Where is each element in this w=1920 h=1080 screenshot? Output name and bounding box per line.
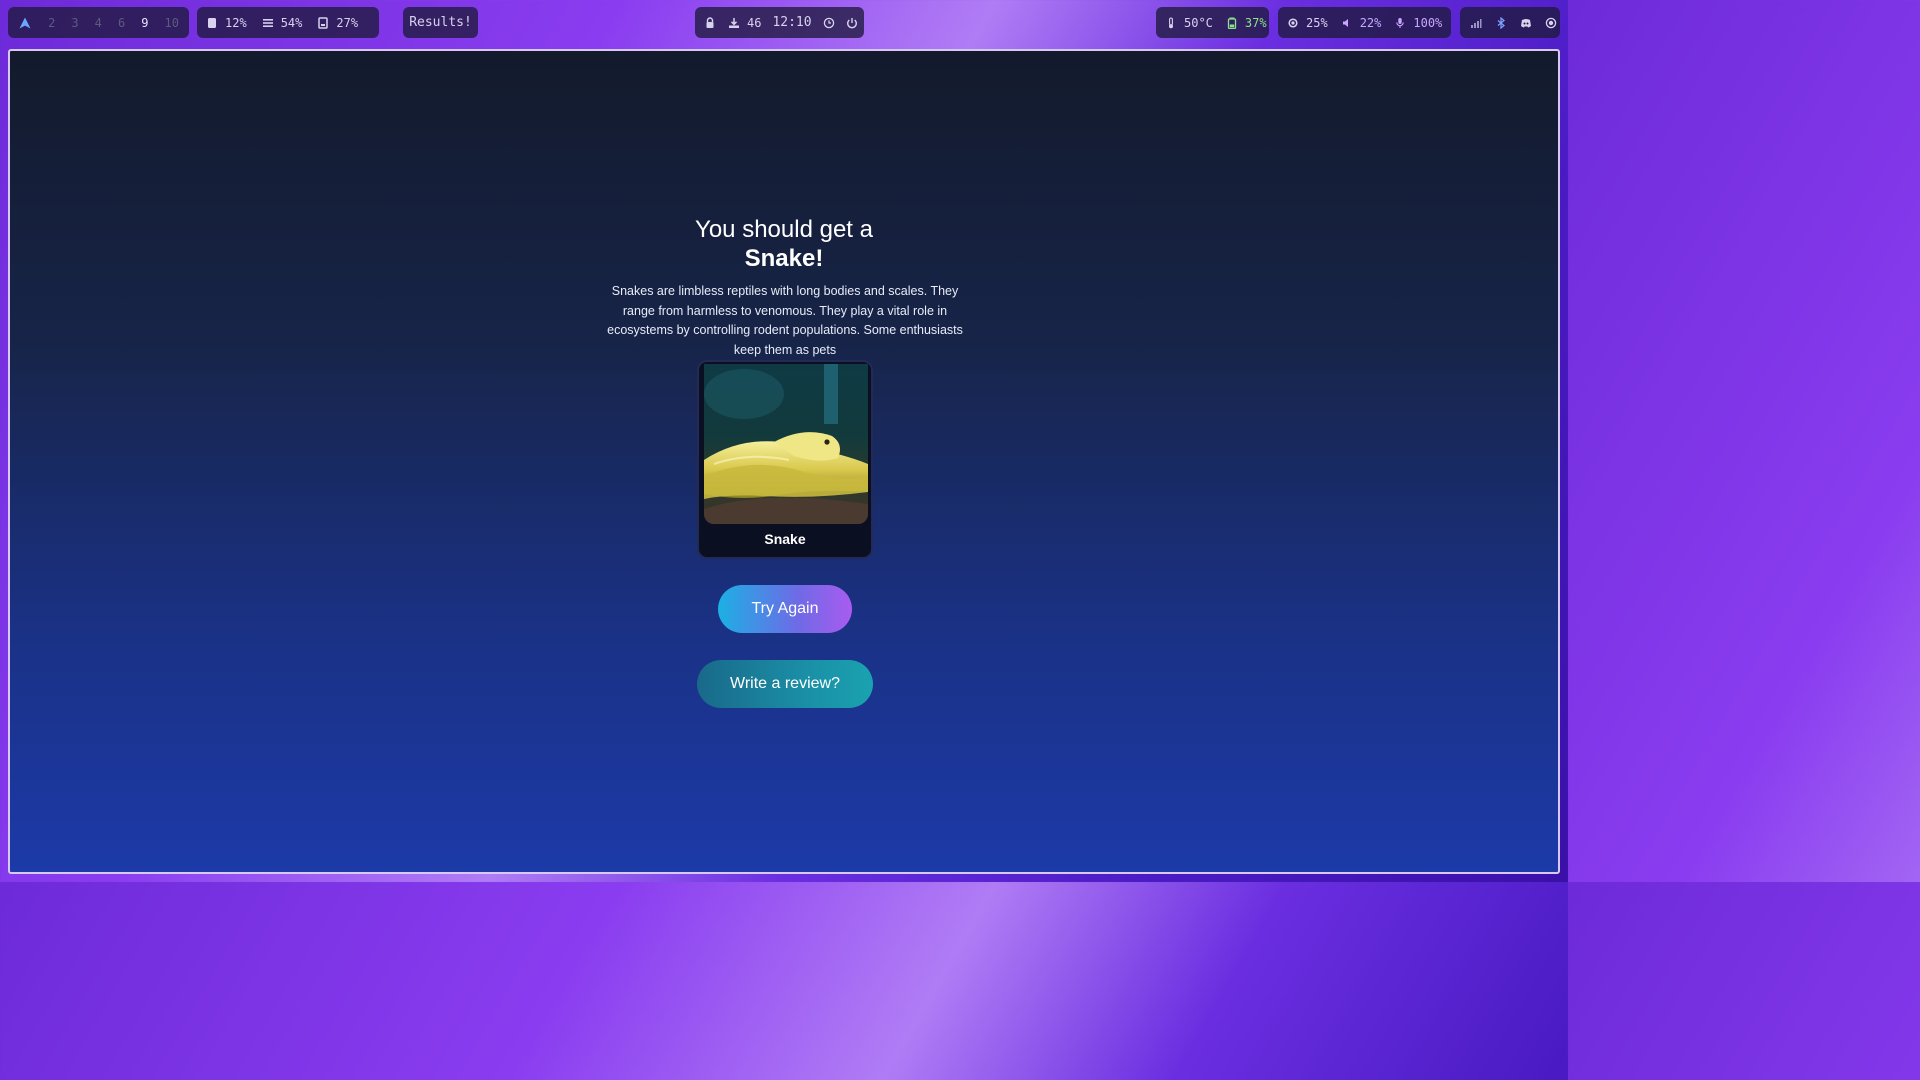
write-review-button[interactable]: Write a review? xyxy=(697,660,873,708)
system-tray xyxy=(1460,7,1560,38)
clock[interactable]: 12:10 xyxy=(772,15,811,30)
cpu-icon xyxy=(205,16,219,30)
workspace-3[interactable]: 3 xyxy=(71,16,78,30)
window-title-pill[interactable]: Results! xyxy=(403,7,478,38)
sensor-status: 50°C 37% xyxy=(1156,7,1269,38)
power-icon[interactable] xyxy=(846,16,858,30)
arch-logo-icon[interactable] xyxy=(18,16,32,30)
disk-usage: 27% xyxy=(336,15,359,30)
snake-image xyxy=(704,364,868,524)
lock-icon[interactable] xyxy=(704,16,716,30)
battery-level: 37% xyxy=(1244,15,1267,30)
volume-icon[interactable] xyxy=(1340,16,1354,30)
record-icon[interactable] xyxy=(1545,16,1557,30)
signal-icon[interactable] xyxy=(1470,16,1482,30)
microphone-icon[interactable] xyxy=(1393,16,1407,30)
try-again-button[interactable]: Try Again xyxy=(718,585,852,633)
brightness-icon[interactable] xyxy=(1286,16,1300,30)
disk-icon xyxy=(316,16,330,30)
workspace-4[interactable]: 4 xyxy=(95,16,102,30)
discord-icon[interactable] xyxy=(1520,16,1532,30)
level-controls: 25% 22% 100% xyxy=(1278,7,1451,38)
memory-icon xyxy=(261,16,275,30)
memory-usage: 54% xyxy=(280,15,303,30)
thermometer-icon xyxy=(1164,16,1178,30)
window-title: Results! xyxy=(409,15,472,30)
temperature: 50°C xyxy=(1184,15,1213,30)
result-animal: Snake! xyxy=(744,245,824,272)
battery-icon xyxy=(1225,16,1239,30)
clock-icon[interactable] xyxy=(823,16,835,30)
workspace-9[interactable]: 9 xyxy=(141,16,148,30)
result-card: Snake xyxy=(697,360,873,559)
download-icon[interactable] xyxy=(727,16,741,30)
card-caption: Snake xyxy=(764,531,806,547)
microphone-level[interactable]: 100% xyxy=(1413,16,1442,30)
results-page: You should get a Snake! Snakes are limbl… xyxy=(10,51,1558,872)
workspace-6[interactable]: 6 xyxy=(118,16,125,30)
workspace-10[interactable]: 10 xyxy=(165,16,179,30)
brightness-level[interactable]: 25% xyxy=(1306,16,1328,30)
center-status: 46 12:10 xyxy=(695,7,864,38)
result-description: Snakes are limbless reptiles with long b… xyxy=(607,284,963,357)
volume-level[interactable]: 22% xyxy=(1360,16,1382,30)
workspace-2[interactable]: 2 xyxy=(48,16,55,30)
system-stats: 12% 54% 27% xyxy=(197,7,379,38)
workspace-switcher: 2 3 4 6 9 10 xyxy=(8,7,189,38)
top-bar: 2 3 4 6 9 10 12% 54% 27% Results! 46 12:… xyxy=(0,0,1568,46)
cpu-usage: 12% xyxy=(225,15,247,30)
bluetooth-icon[interactable] xyxy=(1495,16,1507,30)
app-window: You should get a Snake! Snakes are limbl… xyxy=(8,49,1560,874)
result-heading: You should get a xyxy=(695,216,873,243)
updates-count: 46 xyxy=(747,15,762,30)
